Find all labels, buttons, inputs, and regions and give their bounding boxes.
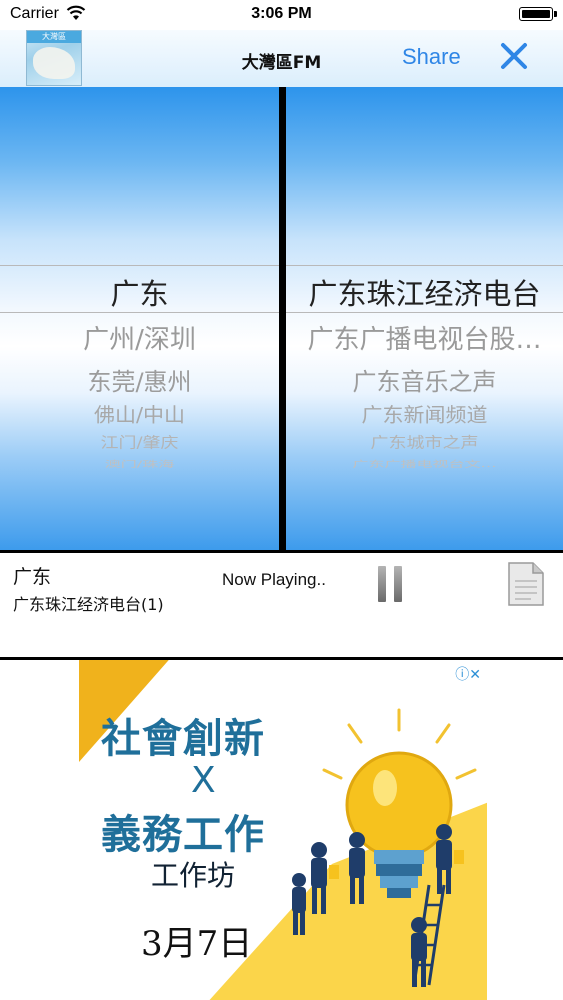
status-bar: Carrier 3:06 PM (0, 0, 563, 30)
pause-icon[interactable] (378, 566, 402, 602)
ad-area: ⓘ✕ 社會創新 X 義務工作 工作坊 3月7日 (0, 660, 563, 1000)
clock: 3:06 PM (251, 5, 312, 22)
ad-date: 3月7日 (141, 924, 253, 964)
ad-info-close-icon[interactable]: ⓘ✕ (455, 664, 481, 684)
station-picker-item[interactable]: 广东城市之声 (286, 431, 563, 452)
ad-headline: 社會創新 (101, 715, 265, 762)
ad-headline: 義務工作 (101, 811, 265, 858)
page-title: 大灣區FM (241, 53, 322, 73)
navigation-bar: 大灣區 大灣區FM Share (0, 30, 563, 88)
current-region: 广东 (13, 566, 52, 588)
station-picker-selected[interactable]: 广东珠江经济电台 (286, 271, 563, 313)
station-picker-item[interactable]: 广东广播电视台文… (286, 456, 563, 469)
share-button[interactable]: Share (402, 44, 461, 70)
station-picker-item[interactable]: 广东音乐之声 (286, 362, 563, 397)
region-picker-item[interactable]: 江门/肇庆 (0, 431, 279, 452)
station-picker[interactable]: 广东珠江经济电台 广东广播电视台股… 广东音乐之声 广东新闻频道 广东城市之声 … (286, 87, 563, 550)
region-picker-item[interactable]: 广州/深圳 (0, 319, 279, 356)
logo-label: 大灣區 (27, 31, 81, 43)
region-picker-item[interactable]: 佛山/中山 (0, 400, 279, 428)
document-icon[interactable] (506, 561, 546, 607)
current-station: 广东珠江经济电台(1) (13, 595, 164, 614)
region-picker[interactable]: 广东 广州/深圳 东莞/惠州 佛山/中山 江门/肇庆 澳门/珠海 (0, 87, 279, 550)
station-picker-item[interactable]: 广东新闻频道 (286, 400, 563, 428)
region-picker-selected[interactable]: 广东 (0, 271, 279, 313)
station-pickers: 广东 广州/深圳 东莞/惠州 佛山/中山 江门/肇庆 澳门/珠海 广东珠江经济电… (0, 87, 563, 550)
close-icon[interactable] (498, 40, 530, 72)
ad-subtitle: 工作坊 (151, 859, 236, 892)
region-picker-item[interactable]: 澳门/珠海 (0, 456, 279, 469)
lightbulb-illustration (279, 700, 487, 1000)
battery-icon (519, 7, 557, 21)
now-playing-panel: 广东 广东珠江经济电台(1) Now Playing.. (0, 553, 563, 657)
ad-banner[interactable]: ⓘ✕ 社會創新 X 義務工作 工作坊 3月7日 (79, 660, 487, 1000)
ad-connector: X (191, 760, 216, 801)
playback-status: Now Playing.. (222, 570, 326, 589)
region-picker-item[interactable]: 东莞/惠州 (0, 362, 279, 397)
station-picker-item[interactable]: 广东广播电视台股… (286, 319, 563, 356)
